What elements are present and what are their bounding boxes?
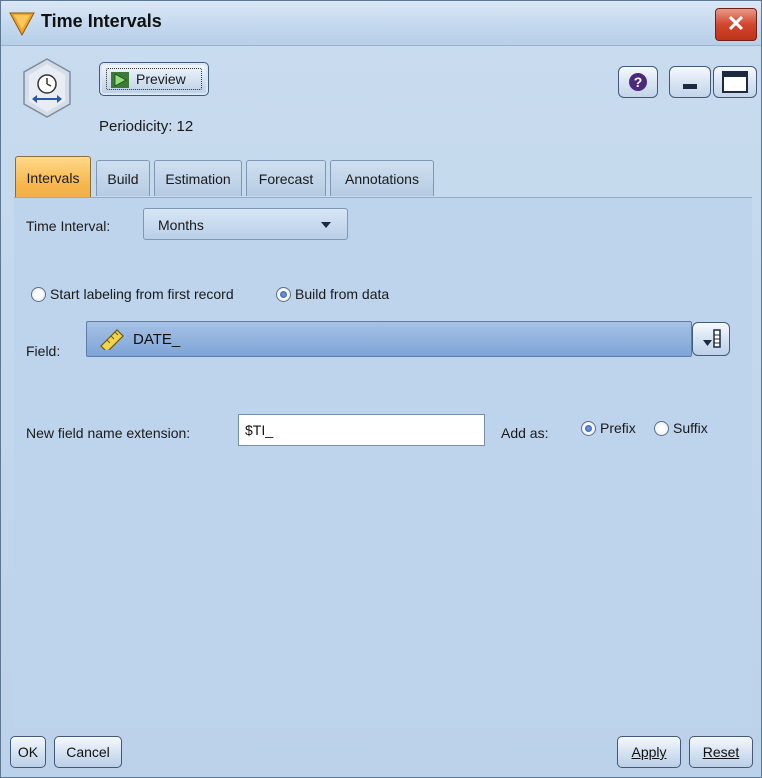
- help-icon: ?: [629, 73, 647, 91]
- minimize-button[interactable]: [669, 66, 711, 98]
- window-title: Time Intervals: [41, 11, 162, 31]
- tab-annotations[interactable]: Annotations: [330, 160, 434, 196]
- tab-estimation[interactable]: Estimation: [154, 160, 242, 196]
- reset-button[interactable]: Reset: [689, 736, 753, 768]
- time-interval-label: Time Interval:: [26, 218, 111, 234]
- time-interval-value: Months: [158, 217, 204, 233]
- tab-forecast[interactable]: Forecast: [246, 160, 326, 196]
- intervals-panel: Time Interval: Months Start labeling fro…: [14, 197, 752, 728]
- add-as-label: Add as:: [501, 425, 549, 441]
- close-icon: ✕: [726, 11, 746, 36]
- extension-input[interactable]: [238, 414, 485, 446]
- radio-prefix[interactable]: [581, 421, 596, 436]
- time-interval-select[interactable]: Months: [143, 208, 348, 240]
- tab-intervals[interactable]: Intervals: [15, 156, 91, 198]
- apply-button[interactable]: Apply: [617, 736, 681, 768]
- node-time-intervals-icon: [23, 58, 71, 118]
- maximize-icon: [722, 71, 748, 93]
- node-header: Preview Periodicity: 12 ?: [1, 46, 761, 153]
- field-label: Field:: [26, 343, 61, 359]
- radio-suffix[interactable]: [654, 421, 669, 436]
- radio-build-from-data-label[interactable]: Build from data: [295, 286, 389, 302]
- preview-label: Preview: [136, 71, 186, 87]
- radio-suffix-label[interactable]: Suffix: [673, 420, 708, 436]
- field-value-box[interactable]: DATE_: [86, 321, 692, 357]
- dropdown-arrow-icon: [321, 222, 331, 228]
- radio-start-labeling[interactable]: [31, 287, 46, 302]
- app-diamond-icon: [9, 12, 35, 37]
- radio-prefix-label[interactable]: Prefix: [600, 420, 636, 436]
- field-picker-button[interactable]: [692, 322, 730, 356]
- ruler-icon: [100, 329, 124, 350]
- cancel-button[interactable]: Cancel: [54, 736, 122, 768]
- maximize-button[interactable]: [713, 66, 757, 98]
- play-icon: [111, 72, 129, 88]
- preview-button[interactable]: Preview: [99, 62, 209, 96]
- title-bar[interactable]: Time Intervals ✕: [1, 1, 761, 46]
- time-intervals-dialog: Time Intervals ✕ Preview Periodicity: 12: [0, 0, 762, 778]
- radio-start-labeling-label[interactable]: Start labeling from first record: [50, 286, 234, 302]
- svg-text:?: ?: [634, 74, 643, 90]
- field-picker-icon: [703, 329, 721, 348]
- ok-button[interactable]: OK: [10, 736, 46, 768]
- close-button[interactable]: ✕: [715, 8, 757, 41]
- minimize-icon: [683, 84, 697, 89]
- radio-build-from-data[interactable]: [276, 287, 291, 302]
- extension-label: New field name extension:: [26, 425, 191, 441]
- periodicity-text: Periodicity: 12: [99, 118, 194, 135]
- tab-build[interactable]: Build: [96, 160, 150, 196]
- field-value: DATE_: [133, 331, 181, 348]
- help-button[interactable]: ?: [618, 66, 658, 98]
